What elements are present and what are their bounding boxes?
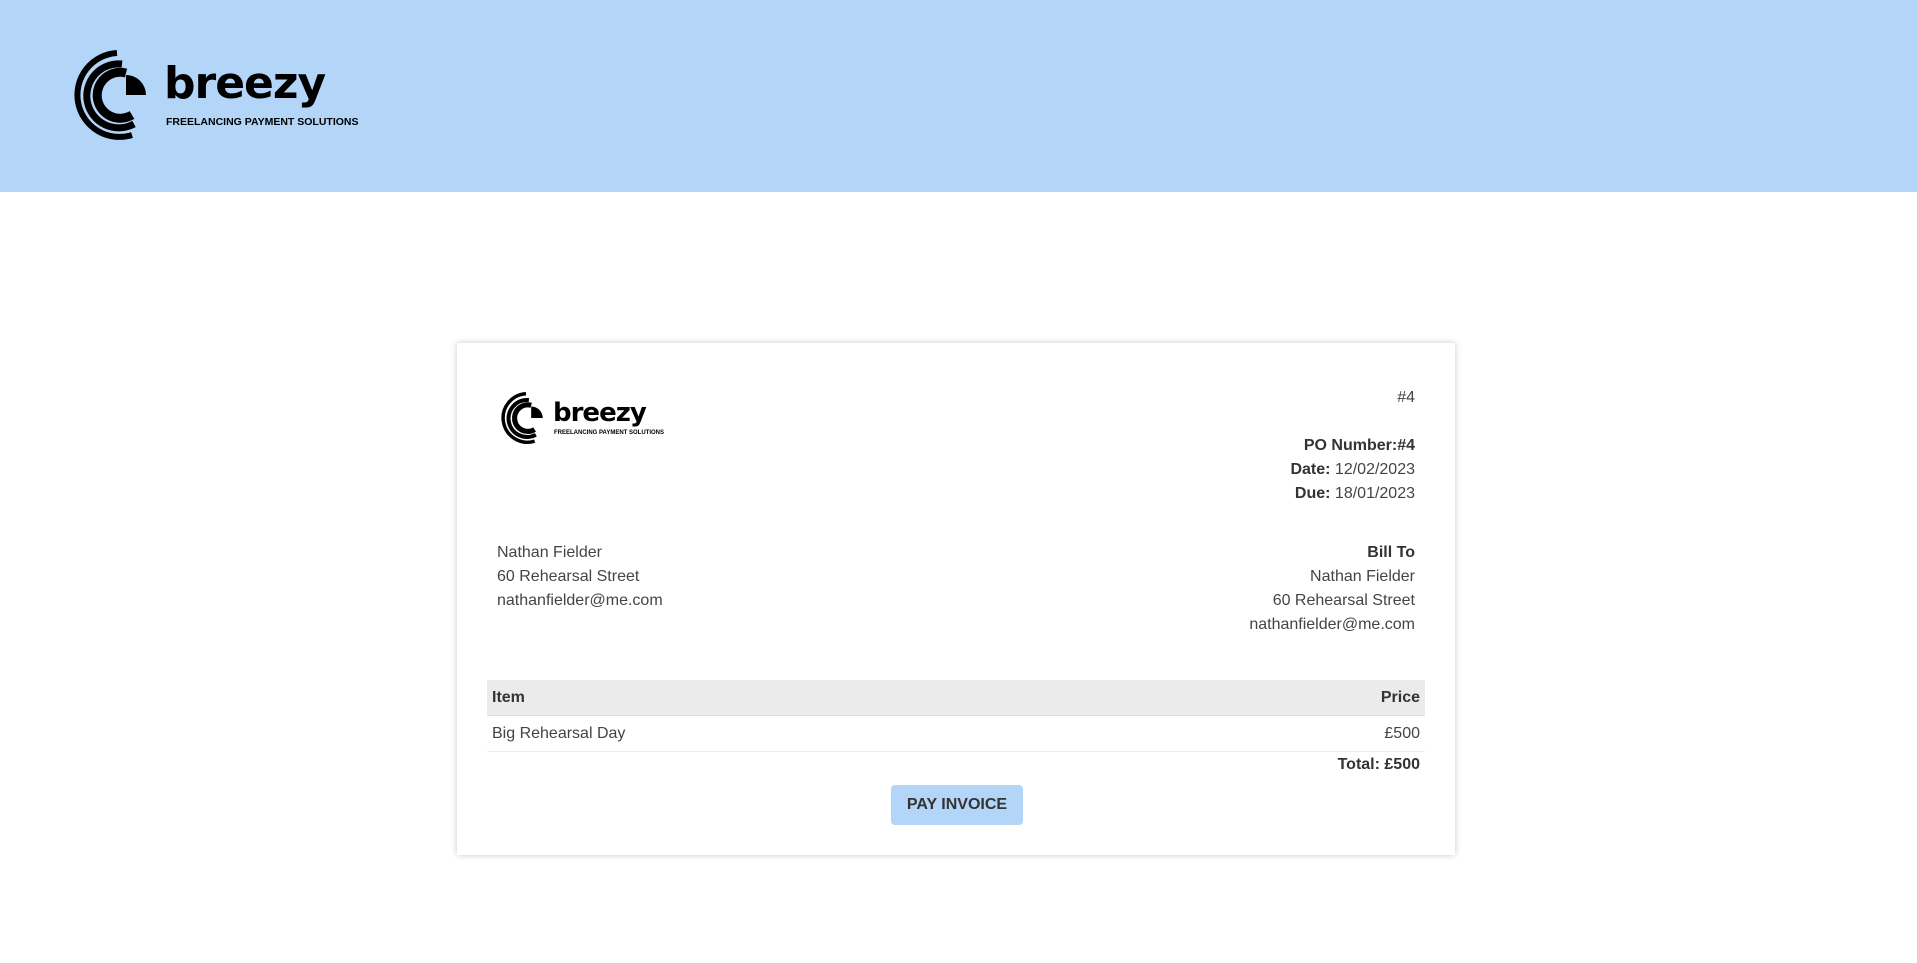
sender-street: 60 Rehearsal Street <box>497 568 640 585</box>
sender-address: Nathan Fielder 60 Rehearsal Street natha… <box>497 541 663 613</box>
brand-name: breezy <box>164 58 326 109</box>
invoice-meta: #4 PO Number:#4 Date: 12/02/2023 Due: 18… <box>1290 386 1415 506</box>
item-column-header: Item <box>487 680 1186 716</box>
invoice-number: #4 <box>1397 389 1415 406</box>
invoice-due: Due: 18/01/2023 <box>1290 482 1415 506</box>
price-column-header: Price <box>1185 680 1425 716</box>
breezy-logo-icon <box>501 392 543 444</box>
price-cell: £500 <box>1185 715 1425 752</box>
sender-name: Nathan Fielder <box>497 544 602 561</box>
bill-to-street: 60 Rehearsal Street <box>1272 592 1415 609</box>
po-number: PO Number:#4 <box>1290 434 1415 458</box>
invoice-date: Date: 12/02/2023 <box>1290 458 1415 482</box>
date-label: Date: <box>1290 461 1331 478</box>
brand-tagline: FREELANCING PAYMENT SOLUTIONS <box>166 116 359 128</box>
po-label: PO Number: <box>1303 437 1398 454</box>
items-table: Item Price Big Rehearsal Day £500 <box>487 680 1425 752</box>
invoice-brand-name: breezy <box>553 398 647 428</box>
header-logo[interactable]: breezy FREELANCING PAYMENT SOLUTIONS <box>72 40 359 150</box>
breezy-logo-icon <box>74 50 146 140</box>
due-value: 18/01/2023 <box>1334 485 1415 502</box>
bill-to-email: nathanfielder@me.com <box>1249 616 1415 633</box>
sender-email: nathanfielder@me.com <box>497 592 663 609</box>
item-cell: Big Rehearsal Day <box>487 715 1186 752</box>
bill-to-title: Bill To <box>1367 544 1415 561</box>
table-row: Big Rehearsal Day £500 <box>487 715 1425 752</box>
pay-invoice-button[interactable]: PAY INVOICE <box>891 785 1023 825</box>
date-value: 12/02/2023 <box>1334 461 1415 478</box>
due-label: Due: <box>1294 485 1331 502</box>
po-value: #4 <box>1397 437 1415 454</box>
bill-to-name: Nathan Fielder <box>1310 568 1415 585</box>
bill-to: Bill To Nathan Fielder 60 Rehearsal Stre… <box>1249 541 1415 637</box>
invoice-brand-tagline: FREELANCING PAYMENT SOLUTIONS <box>554 430 665 436</box>
invoice-logo: breezy FREELANCING PAYMENT SOLUTIONS <box>500 386 664 450</box>
items-header-row: Item Price <box>487 680 1425 716</box>
invoice-total: Total: £500 <box>1337 756 1420 773</box>
